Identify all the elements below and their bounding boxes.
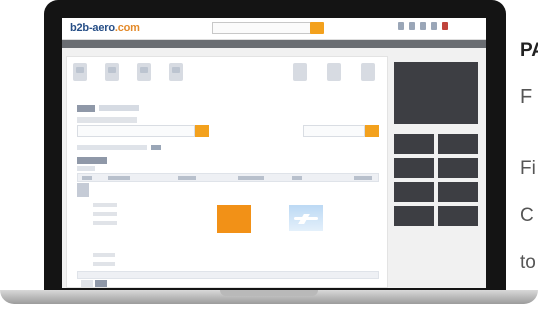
tab-button[interactable] (77, 105, 95, 112)
results-table-header (77, 173, 379, 182)
part-search-button[interactable] (195, 125, 209, 137)
app-screen: b2b-aero.com (62, 18, 486, 288)
supplier-select[interactable] (95, 280, 107, 287)
aircraft-photo[interactable] (289, 205, 323, 231)
col-header-4 (238, 176, 264, 180)
side-text-line-1: PA (520, 40, 538, 61)
row-text (93, 212, 117, 216)
alert-icon[interactable] (420, 22, 426, 30)
side-text-line-3: Fi (520, 158, 536, 179)
product-image-placeholder[interactable] (217, 205, 251, 233)
sidebar-banner[interactable] (394, 62, 478, 124)
row-text (93, 253, 115, 257)
search-button[interactable] (310, 22, 324, 34)
sidebar-tile[interactable] (438, 182, 478, 202)
settings-icon[interactable] (431, 22, 437, 30)
side-text-line-2: F (520, 86, 533, 108)
sidebar-tile[interactable] (394, 182, 434, 202)
table-row[interactable] (93, 203, 117, 230)
col-header-1 (82, 176, 92, 180)
filter-button[interactable] (365, 125, 379, 137)
filter-toggle[interactable] (151, 145, 161, 150)
supplier-table-header (77, 271, 379, 279)
col-header-3 (178, 176, 196, 180)
laptop-notch (220, 290, 318, 296)
side-text-line-5: to (520, 252, 536, 273)
row-text (93, 262, 115, 266)
logo-suffix: .com (114, 22, 140, 34)
filter-options[interactable] (77, 145, 147, 150)
col-header-5 (292, 176, 302, 180)
logo-prefix: b2b-aero (70, 22, 115, 34)
main-panel (66, 56, 388, 288)
table-row[interactable] (93, 253, 115, 271)
site-logo[interactable]: b2b-aero.com (70, 22, 140, 34)
sidebar-tile[interactable] (438, 206, 478, 226)
search-input[interactable] (212, 22, 312, 34)
tab-label (99, 105, 139, 111)
col-header-2 (108, 176, 130, 180)
side-text-line-4: C (520, 205, 534, 226)
supplier-row-cell (81, 280, 93, 287)
mail-icon[interactable] (409, 22, 415, 30)
sidebar-tiles (394, 134, 478, 226)
nav-band (62, 40, 486, 48)
toolbar-left (73, 63, 183, 81)
toolbar-icon-3[interactable] (137, 63, 151, 81)
sidebar-tile[interactable] (394, 206, 434, 226)
part-search-field[interactable] (77, 125, 195, 137)
toolbar-right (293, 63, 375, 81)
filter-field[interactable] (303, 125, 365, 137)
site-header: b2b-aero.com (62, 18, 486, 40)
row-select[interactable] (77, 183, 89, 197)
sidebar-tile[interactable] (394, 158, 434, 178)
user-icon[interactable] (398, 22, 404, 30)
results-count (77, 166, 95, 171)
flag-icon[interactable] (442, 22, 448, 30)
sidebar-tile[interactable] (438, 158, 478, 178)
row-text (93, 203, 117, 207)
col-header-6 (354, 176, 372, 180)
toolbar-icon-6[interactable] (327, 63, 341, 81)
toolbar-icon-2[interactable] (105, 63, 119, 81)
results-header (77, 157, 107, 164)
sidebar-tile[interactable] (438, 134, 478, 154)
toolbar-icon-1[interactable] (73, 63, 87, 81)
sidebar-tile[interactable] (394, 134, 434, 154)
row-text (93, 221, 117, 225)
toolbar-icon-4[interactable] (169, 63, 183, 81)
toolbar-icon-5[interactable] (293, 63, 307, 81)
toolbar-icon-7[interactable] (361, 63, 375, 81)
field-label (77, 117, 137, 123)
header-icons (398, 22, 448, 30)
